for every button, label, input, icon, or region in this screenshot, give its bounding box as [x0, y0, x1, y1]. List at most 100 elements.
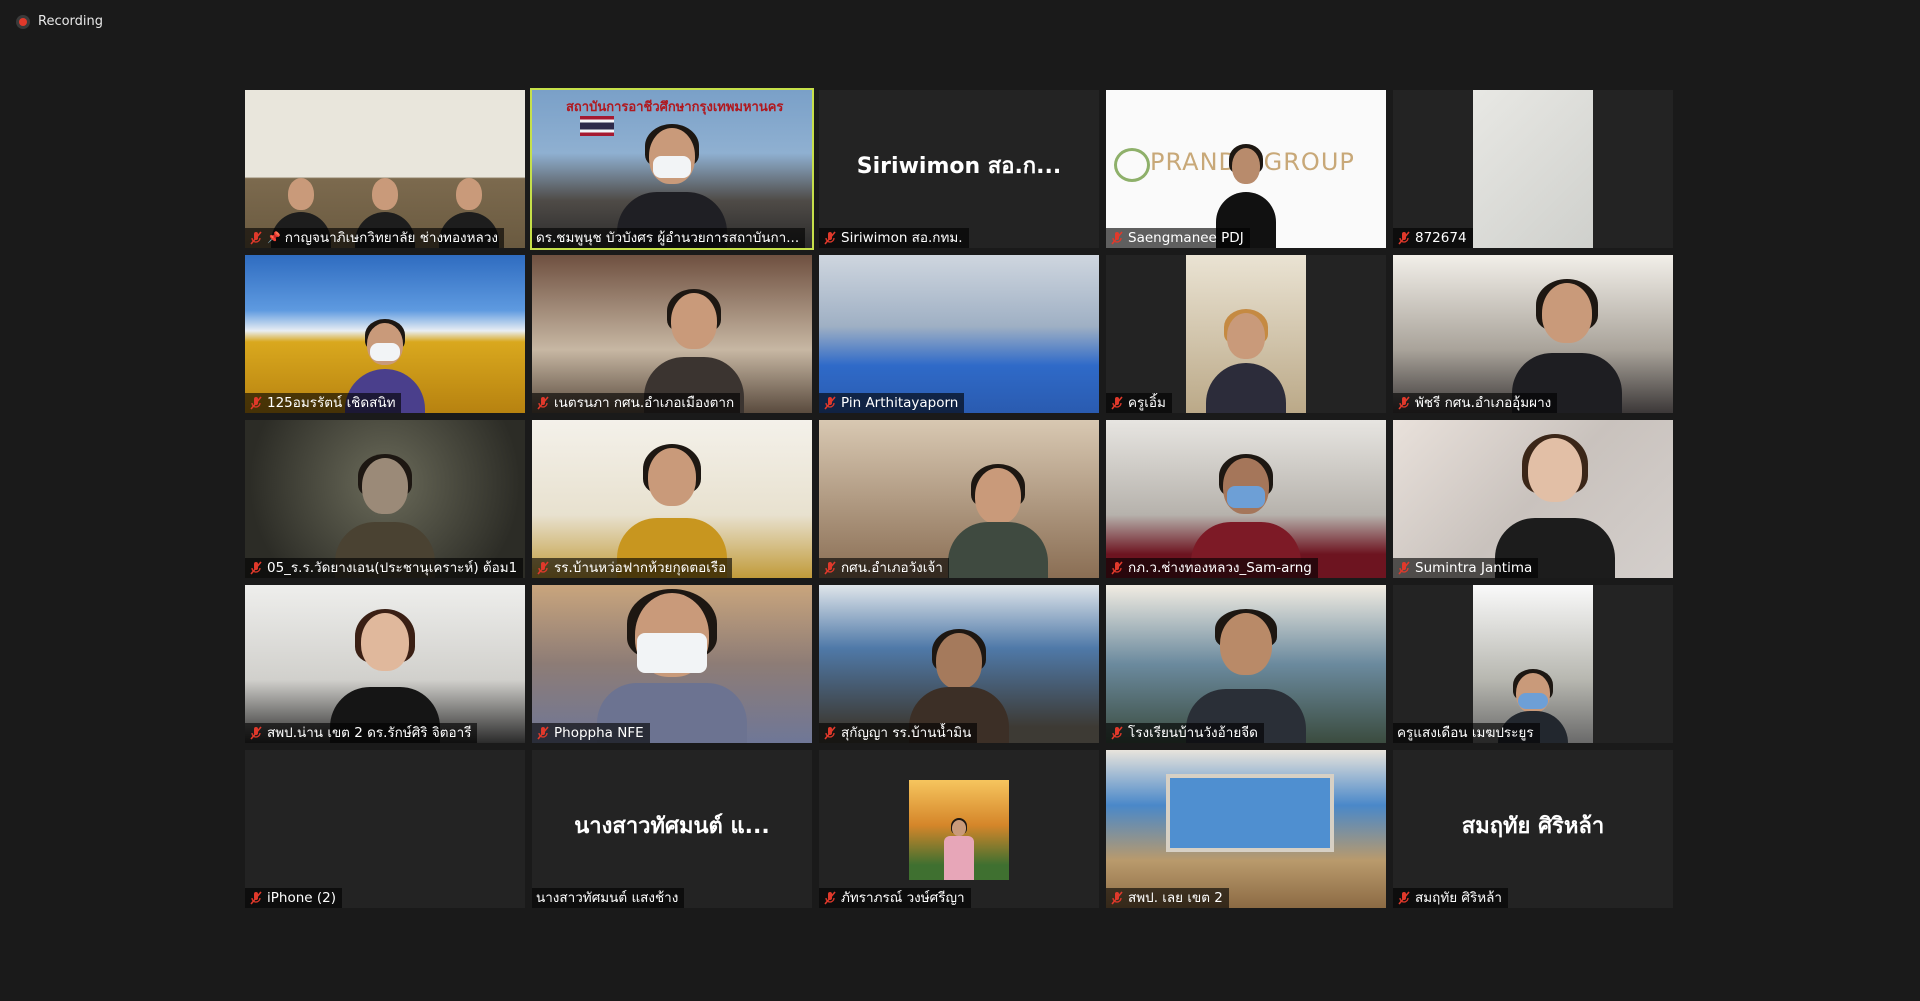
participant-tile[interactable]: สพป.น่าน เขต 2 ดร.รักษ์ศิริ จิตอารี — [245, 585, 525, 743]
mic-muted-icon — [1111, 891, 1123, 905]
mic-muted-icon — [250, 396, 262, 410]
mic-muted-icon — [1398, 891, 1410, 905]
participant-tile[interactable]: สุกัญญา รร.บ้านน้ำมิน — [819, 585, 1099, 743]
participant-tile[interactable]: Phoppha NFE — [532, 585, 812, 743]
participant-name-label: ครูเอิ้ม — [1106, 393, 1172, 413]
participant-video — [532, 585, 812, 743]
participant-name-label: โรงเรียนบ้านวังอ้ายจีด — [1106, 723, 1264, 743]
participant-tile[interactable]: PRANDA GROUP Saengmanee PDJ — [1106, 90, 1386, 248]
participant-tile[interactable]: นางสาวทัศมนต์ แ... นางสาวทัศมนต์ แสงช้าง — [532, 750, 812, 908]
participant-video — [1106, 420, 1386, 578]
participant-tile-active-speaker[interactable]: สถาบันการอาชีวศึกษากรุงเทพมหานคร ดร.ชมพู… — [530, 88, 814, 250]
mic-muted-icon — [250, 891, 262, 905]
gallery-grid: 📌 กาญจนาภิเษกวิทยาลัย ช่างทองหลวง สถาบัน… — [245, 88, 1675, 908]
participant-video — [245, 585, 525, 743]
participant-name-label: Phoppha NFE — [532, 723, 650, 743]
participant-video — [245, 90, 525, 248]
participant-name-label: รร.บ้านหว่อฟากห้วยกุดตอเรือ — [532, 558, 733, 578]
recording-indicator[interactable]: Recording — [16, 14, 103, 29]
participant-tile[interactable]: Siriwimon สอ.ก... Siriwimon สอ.กทม. — [819, 90, 1099, 248]
participant-video — [819, 420, 1099, 578]
participant-name-label: ครูแสงเดือน เมฆประยูร — [1393, 723, 1540, 743]
participant-tile[interactable]: ภัทราภรณ์ วงษ์ศรีญา — [819, 750, 1099, 908]
participant-name-label: Pin Arthitayaporn — [819, 393, 965, 413]
participant-name-label: เนตรนภา กศน.อำเภอเมืองตาก — [532, 393, 741, 413]
participant-name-label: สมฤทัย ศิริหล้า — [1393, 888, 1508, 908]
participant-video — [1393, 420, 1673, 578]
participant-name-label: สุกัญญา รร.บ้านน้ำมิน — [819, 723, 978, 743]
participant-name-label: Siriwimon สอ.กทม. — [819, 228, 969, 248]
mic-muted-icon — [1398, 231, 1410, 245]
participant-tile[interactable]: Pin Arthitayaporn — [819, 255, 1099, 413]
participant-tile[interactable]: สมฤทัย ศิริหล้า สมฤทัย ศิริหล้า — [1393, 750, 1673, 908]
participant-video — [1106, 585, 1386, 743]
participant-tile[interactable]: สพป. เลย เขต 2 — [1106, 750, 1386, 908]
participant-name-label: พัชรี กศน.อำเภออุ้มผาง — [1393, 393, 1558, 413]
mic-muted-icon — [824, 726, 836, 740]
participant-video: PRANDA GROUP — [1106, 90, 1386, 248]
mic-muted-icon — [250, 561, 262, 575]
participant-display-name: นางสาวทัศมนต์ แ... — [574, 814, 770, 839]
participant-tile[interactable]: รร.บ้านหว่อฟากห้วยกุดตอเรือ — [532, 420, 812, 578]
participant-tile[interactable]: ครูแสงเดือน เมฆประยูร — [1393, 585, 1673, 743]
mic-muted-icon — [537, 726, 549, 740]
participant-name-label: iPhone (2) — [245, 888, 342, 908]
participant-name-label: กศน.อำเภอวังเจ้า — [819, 558, 949, 578]
participant-tile[interactable]: Sumintra Jantima — [1393, 420, 1673, 578]
mic-muted-icon — [824, 231, 836, 245]
participant-video: สถาบันการอาชีวศึกษากรุงเทพมหานคร — [532, 90, 812, 248]
participant-name-label: กภ.ว.ช่างทองหลวง_Sam-arng — [1106, 558, 1318, 578]
participant-name-label: Saengmanee PDJ — [1106, 228, 1250, 248]
participant-video — [1473, 585, 1593, 743]
participant-video — [1106, 750, 1386, 908]
mic-muted-icon — [1398, 561, 1410, 575]
participant-tile[interactable]: iPhone (2) — [245, 750, 525, 908]
participant-name-label: สพป.น่าน เขต 2 ดร.รักษ์ศิริ จิตอารี — [245, 723, 478, 743]
mic-muted-icon — [824, 561, 836, 575]
participant-tile[interactable]: เนตรนภา กศน.อำเภอเมืองตาก — [532, 255, 812, 413]
thai-flag-icon — [580, 116, 614, 136]
screen-display — [1166, 774, 1334, 852]
profile-picture — [909, 780, 1009, 880]
participant-name-label: ดร.ชมพูนุช บัวบังศร ผู้อำนวยการสถาบันกา.… — [532, 228, 806, 248]
participant-video — [245, 420, 525, 578]
mic-muted-icon — [824, 396, 836, 410]
participant-name-label: นางสาวทัศมนต์ แสงช้าง — [532, 888, 685, 908]
participant-video — [819, 585, 1099, 743]
mic-muted-icon — [1398, 396, 1410, 410]
participant-name-label: 05_ร.ร.วัดยางเอน(ประชานุเคราะห์) ต้อม1 — [245, 558, 524, 578]
participant-video — [1473, 90, 1593, 248]
mic-muted-icon — [1111, 726, 1123, 740]
participant-display-name: สมฤทัย ศิริหล้า — [1461, 814, 1605, 839]
participant-video — [245, 255, 525, 413]
participant-tile[interactable]: พัชรี กศน.อำเภออุ้มผาง — [1393, 255, 1673, 413]
participant-tile[interactable]: โรงเรียนบ้านวังอ้ายจีด — [1106, 585, 1386, 743]
participant-name-label: สพป. เลย เขต 2 — [1106, 888, 1229, 908]
participant-tile[interactable]: 05_ร.ร.วัดยางเอน(ประชานุเคราะห์) ต้อม1 — [245, 420, 525, 578]
participant-tile[interactable]: ครูเอิ้ม — [1106, 255, 1386, 413]
participant-name-label: 125อมรรัตน์ เชิดสนิท — [245, 393, 402, 413]
participant-tile[interactable]: 125อมรรัตน์ เชิดสนิท — [245, 255, 525, 413]
participant-name-label: ภัทราภรณ์ วงษ์ศรีญา — [819, 888, 971, 908]
participant-name-label: 872674 — [1393, 228, 1473, 248]
participant-tile[interactable]: กศน.อำเภอวังเจ้า — [819, 420, 1099, 578]
mic-muted-icon — [537, 561, 549, 575]
participant-video — [1393, 255, 1673, 413]
participant-video — [532, 420, 812, 578]
recording-label: Recording — [38, 14, 104, 29]
mic-muted-icon — [1111, 561, 1123, 575]
participant-tile[interactable]: กภ.ว.ช่างทองหลวง_Sam-arng — [1106, 420, 1386, 578]
pin-icon: 📌 — [267, 231, 281, 244]
participant-video — [1186, 255, 1306, 413]
mic-muted-icon — [824, 891, 836, 905]
participant-video — [532, 255, 812, 413]
mic-muted-icon — [537, 396, 549, 410]
participant-video — [819, 255, 1099, 413]
heart-logo-icon — [1114, 148, 1150, 182]
mic-muted-icon — [250, 231, 262, 245]
mic-muted-icon — [1111, 231, 1123, 245]
banner-text: สถาบันการอาชีวศึกษากรุงเทพมหานคร — [566, 100, 784, 115]
participant-tile[interactable]: 📌 กาญจนาภิเษกวิทยาลัย ช่างทองหลวง — [245, 90, 525, 248]
participant-display-name: Siriwimon สอ.ก... — [856, 154, 1062, 179]
participant-tile[interactable]: 872674 — [1393, 90, 1673, 248]
